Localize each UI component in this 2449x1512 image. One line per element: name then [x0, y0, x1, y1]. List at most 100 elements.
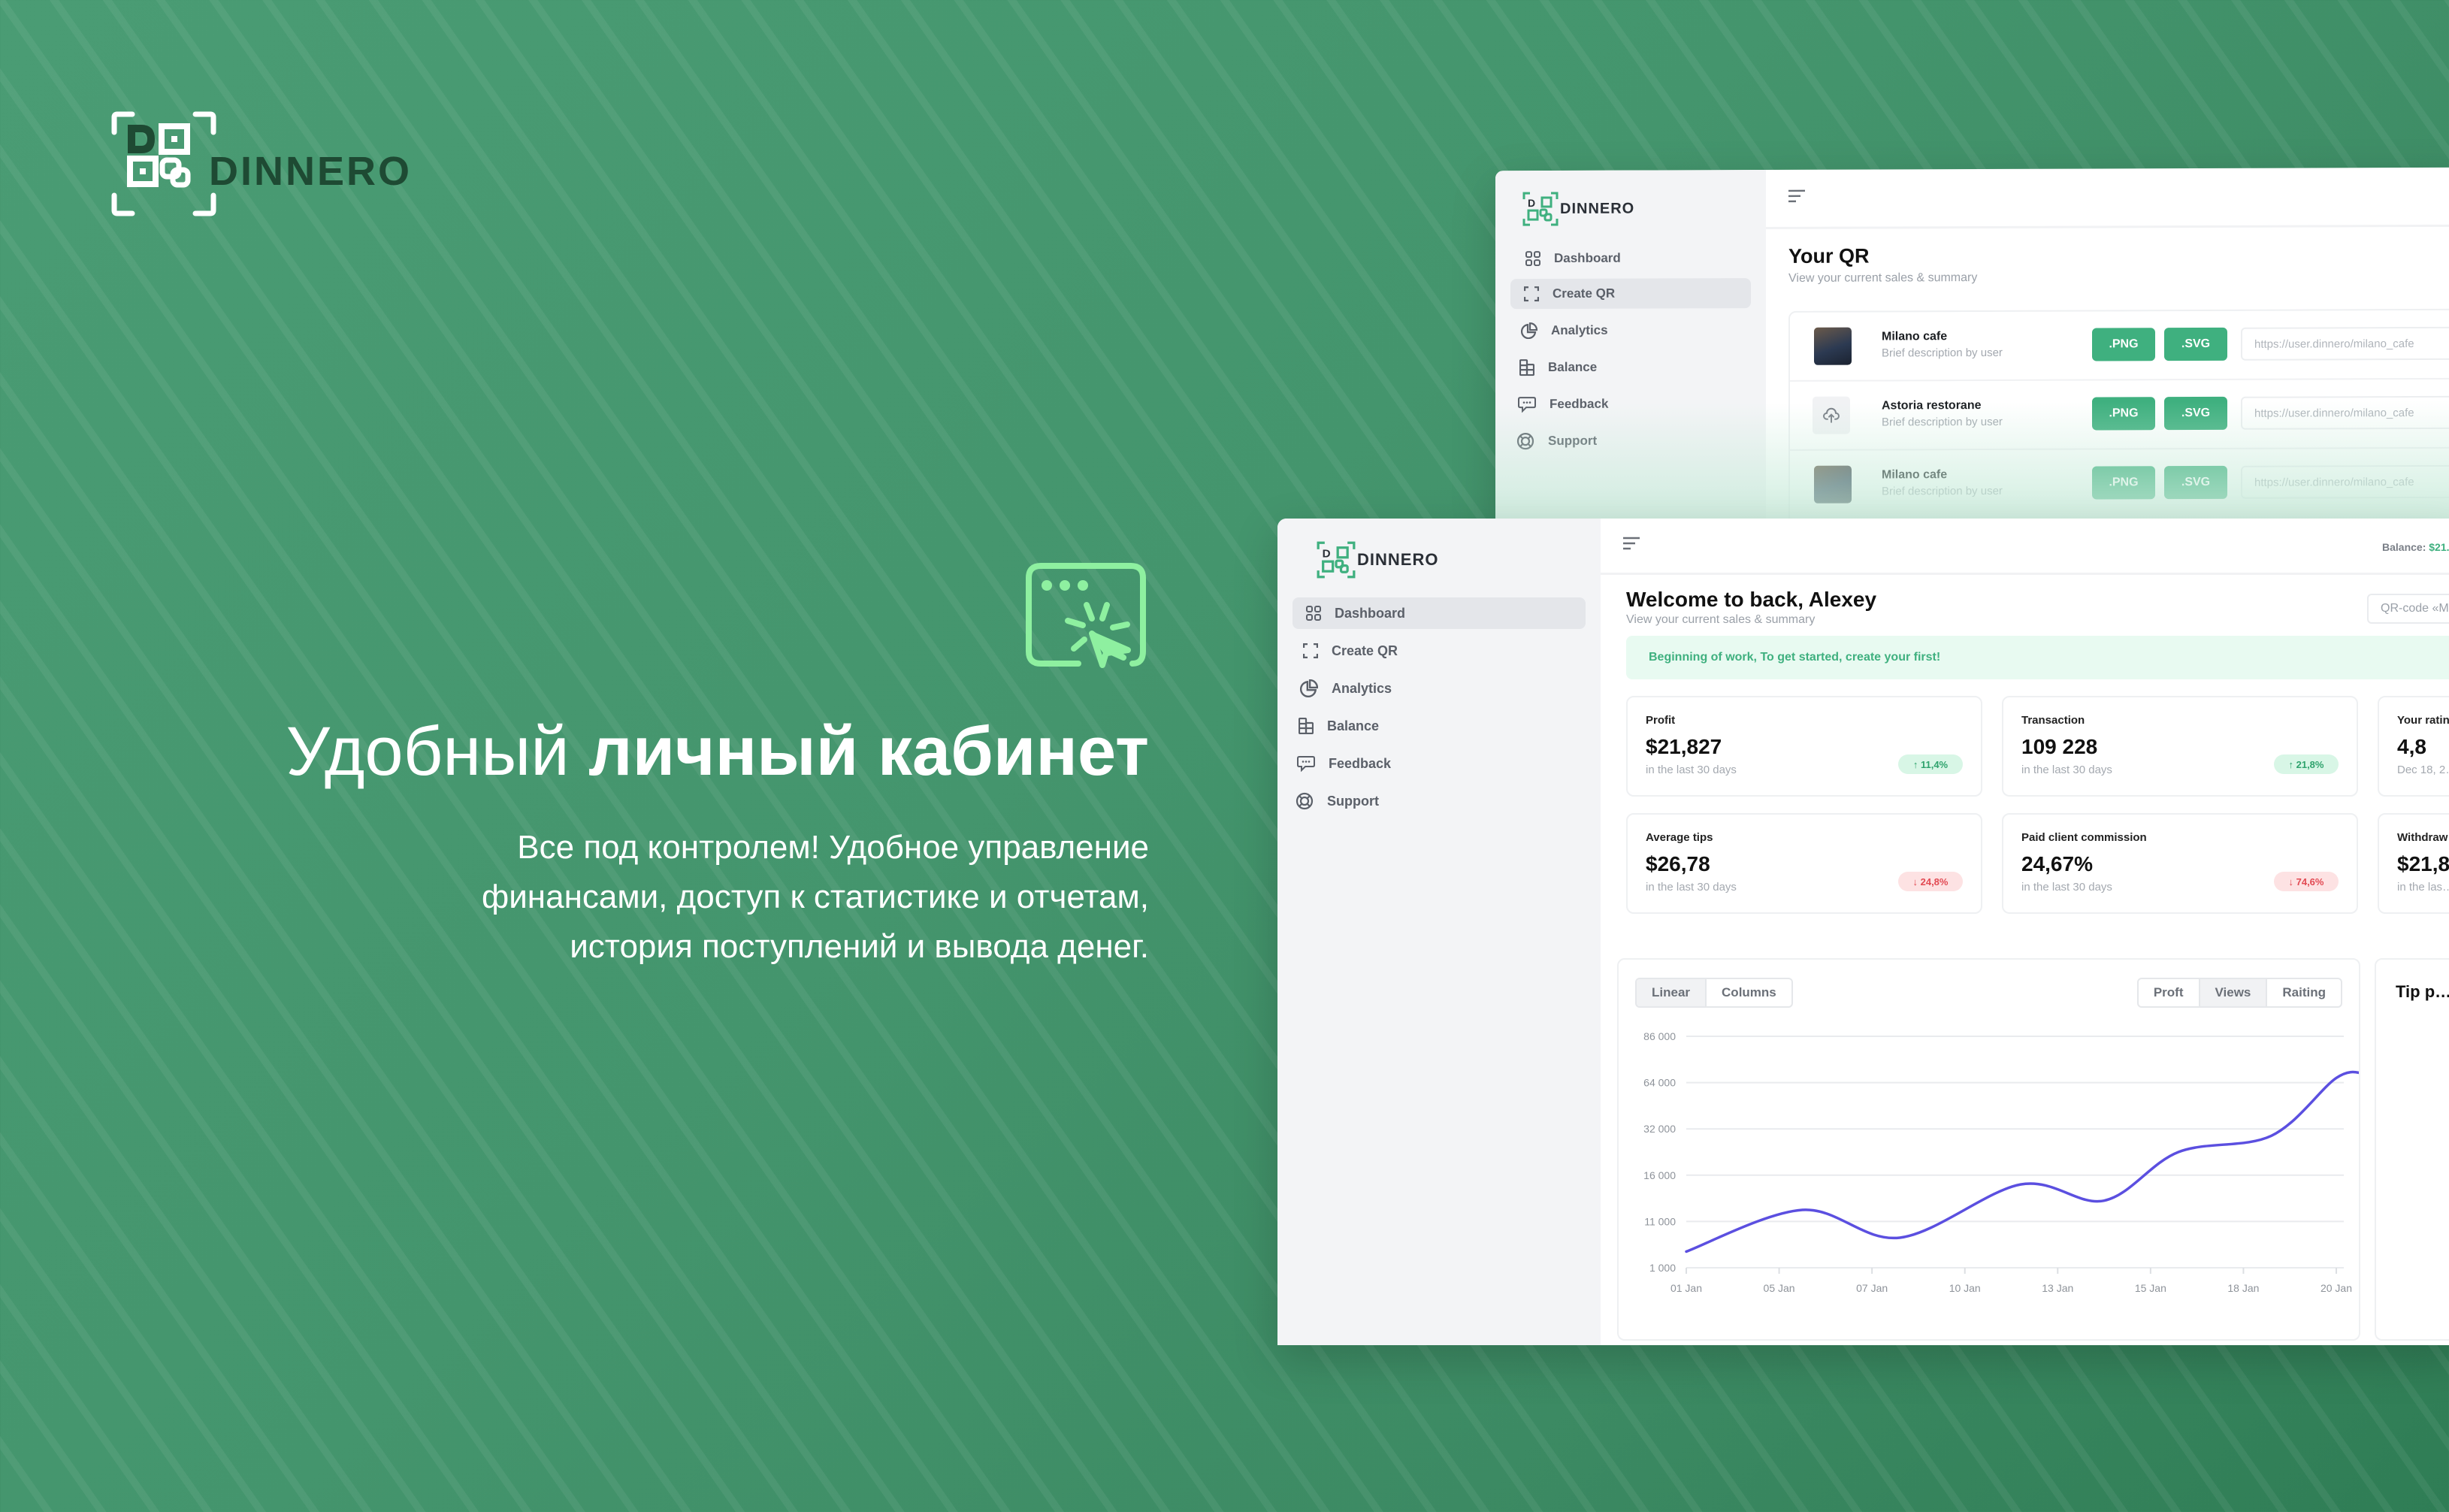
delta-badge: ↓ 24,8%	[1898, 872, 1963, 891]
y-tick-label: 32 000	[1643, 1123, 1676, 1135]
chat-icon	[1297, 756, 1315, 772]
qr-row: Milano cafe Brief description by user .PNG…	[1790, 310, 2449, 382]
delta-badge: ↓ 74,6%	[2274, 872, 2339, 891]
sidebar-item-balance[interactable]: Balance	[1510, 352, 1751, 383]
sidebar-item-create-qr[interactable]: Create QR	[1293, 635, 1586, 667]
x-tick-label: 10 Jan	[1949, 1282, 1981, 1294]
qr-logo-icon: D	[1522, 192, 1559, 226]
grid-icon	[1306, 606, 1321, 621]
qr-code-select[interactable]: QR-code «Milano Cafe»	[2367, 594, 2449, 624]
download-png-button[interactable]: .PNG	[2092, 328, 2155, 361]
qr-row: Astoria restorane Brief description by us…	[1790, 379, 2449, 451]
sidebar-item-analytics[interactable]: Analytics	[1510, 315, 1751, 346]
download-svg-button[interactable]: .SVG	[2164, 396, 2227, 431]
stat-card: Transaction 109 228 in the last 30 days ↑ 2…	[2002, 696, 2358, 797]
qr-thumbnail	[1814, 327, 1852, 365]
pie-chart-icon	[1300, 679, 1318, 697]
qr-screen-mockup: D DINNERO Dashboard Create QR Analytics …	[1495, 167, 2449, 525]
x-tick-label: 01 Jan	[1670, 1282, 1702, 1294]
x-tick-label: 18 Jan	[2227, 1282, 2259, 1294]
qr-description: Brief description by user	[1882, 346, 2003, 360]
hero-description: Все под контролем! Удобное управление фи…	[482, 829, 1149, 965]
qr-description: Brief description by user	[1882, 484, 2003, 498]
tip-panel: Tip p…	[2375, 958, 2449, 1341]
views-line-chart: 1 000 11 000 16 000 32 000 64 000 86 000 01 Ja…	[1643, 1030, 2359, 1294]
balance-label: Balance:	[2382, 541, 2426, 553]
sidebar-item-create-qr[interactable]: Create QR	[1510, 278, 1751, 310]
tab-linear[interactable]: Linear	[1637, 979, 1707, 1006]
qr-name: Milano cafe	[1882, 468, 1948, 482]
sidebar-item-support[interactable]: Support	[1293, 785, 1586, 817]
metric-toggle: Proft Views Raiting	[2136, 978, 2342, 1008]
qr-logo-icon	[111, 111, 216, 216]
sidebar-item-label: Support	[1327, 793, 1379, 809]
sidebar-logo-text: DINNERO	[1357, 550, 1439, 569]
upload-thumbnail[interactable]	[1813, 396, 1850, 434]
scan-frame-icon	[1524, 286, 1539, 302]
sidebar-item-label: Balance	[1327, 718, 1380, 733]
qr-url-field[interactable]: https://user.dinnero/milano_cafe	[2241, 464, 2449, 499]
y-tick-label: 86 000	[1643, 1030, 1676, 1042]
qr-thumbnail	[1814, 465, 1852, 503]
dashboard-mockup: D DINNERO Dashboard Create QR Analytics …	[1277, 519, 2449, 1345]
download-png-button[interactable]: .PNG	[2092, 466, 2155, 500]
sidebar-item-label: Analytics	[1332, 680, 1392, 696]
sidebar-item-label: Balance	[1548, 359, 1598, 375]
download-svg-button[interactable]: .SVG	[2164, 327, 2227, 361]
qr-description: Brief description by user	[1882, 415, 2003, 429]
svg-text:D: D	[1323, 548, 1331, 561]
dashboard-main: Balance: $21.827 Welcome to back, Alexey…	[1601, 519, 2449, 1345]
stat-label: Withdraw…	[2397, 831, 2449, 844]
ledger-icon	[1299, 718, 1314, 734]
tab-columns[interactable]: Columns	[1707, 979, 1791, 1006]
qr-url-field[interactable]: https://user.dinnero/milano_cafe	[2241, 326, 2449, 361]
menu-icon[interactable]	[1623, 537, 1641, 550]
sidebar-nav: Dashboard Create QR Analytics Balance Fe…	[1510, 241, 1751, 456]
onboarding-banner: Beginning of work, To get started, creat…	[1626, 636, 2449, 679]
sidebar-item-label: Dashboard	[1554, 250, 1621, 265]
stat-card: Profit $21,827 in the last 30 days ↑ 11,4%	[1626, 696, 1982, 797]
y-tick-label: 64 000	[1643, 1077, 1676, 1089]
sidebar-item-label: Support	[1548, 433, 1598, 449]
stat-card: Average tips $26,78 in the last 30 days ↓ 2…	[1626, 813, 1982, 914]
hero-title: Удобный личный кабинет	[286, 712, 1149, 791]
tip-panel-title: Tip p…	[2396, 982, 2449, 1001]
stat-value: $26,78	[1646, 852, 1710, 875]
stat-card: Your rating 4,8 Dec 18, 2…	[2378, 696, 2449, 797]
browser-click-icon	[1026, 563, 1146, 668]
download-svg-button[interactable]: .SVG	[2164, 465, 2227, 500]
topbar	[1766, 167, 2449, 230]
sidebar-item-label: Dashboard	[1335, 605, 1406, 621]
tab-views[interactable]: Views	[2200, 979, 2268, 1006]
chart-card: Linear Columns Proft Views Raiting 1 000…	[1617, 958, 2360, 1341]
sidebar: D DINNERO Dashboard Create QR Analytics …	[1277, 519, 1601, 1345]
pie-chart-icon	[1521, 322, 1537, 340]
chart-type-toggle: Linear Columns	[1635, 978, 1793, 1008]
sidebar-item-feedback[interactable]: Feedback	[1293, 748, 1586, 779]
tab-rating[interactable]: Raiting	[2267, 979, 2341, 1006]
sidebar: D DINNERO Dashboard Create QR Analytics …	[1495, 170, 1766, 525]
scan-frame-icon	[1303, 643, 1318, 658]
chat-icon	[1518, 397, 1536, 413]
sidebar-item-dashboard[interactable]: Dashboard	[1293, 597, 1586, 629]
tab-profit[interactable]: Proft	[2139, 979, 2200, 1006]
sidebar-item-feedback[interactable]: Feedback	[1510, 389, 1751, 419]
stat-value: 24,67%	[2021, 852, 2093, 875]
sidebar-item-balance[interactable]: Balance	[1293, 710, 1586, 742]
x-tick-label: 07 Jan	[1856, 1282, 1888, 1294]
sidebar-logo: D DINNERO	[1317, 541, 1438, 579]
stat-value: $21,8…	[2397, 852, 2449, 875]
stat-label: Average tips	[1646, 831, 1713, 844]
sidebar-item-support[interactable]: Support	[1510, 425, 1751, 456]
stat-value: 109 228	[2021, 735, 2098, 758]
stat-note: in the last 30 days	[1646, 881, 1737, 894]
sidebar-item-analytics[interactable]: Analytics	[1293, 673, 1586, 704]
menu-icon[interactable]	[1788, 189, 1807, 203]
download-png-button[interactable]: .PNG	[2092, 397, 2155, 431]
sidebar-item-dashboard[interactable]: Dashboard	[1510, 241, 1751, 275]
sidebar-logo-text: DINNERO	[1560, 200, 1635, 217]
qr-logo-icon: D	[1317, 541, 1356, 579]
x-tick-label: 20 Jan	[2321, 1282, 2352, 1294]
sidebar-logo: D DINNERO	[1522, 192, 1634, 227]
qr-url-field[interactable]: https://user.dinnero/milano_cafe	[2241, 395, 2449, 430]
